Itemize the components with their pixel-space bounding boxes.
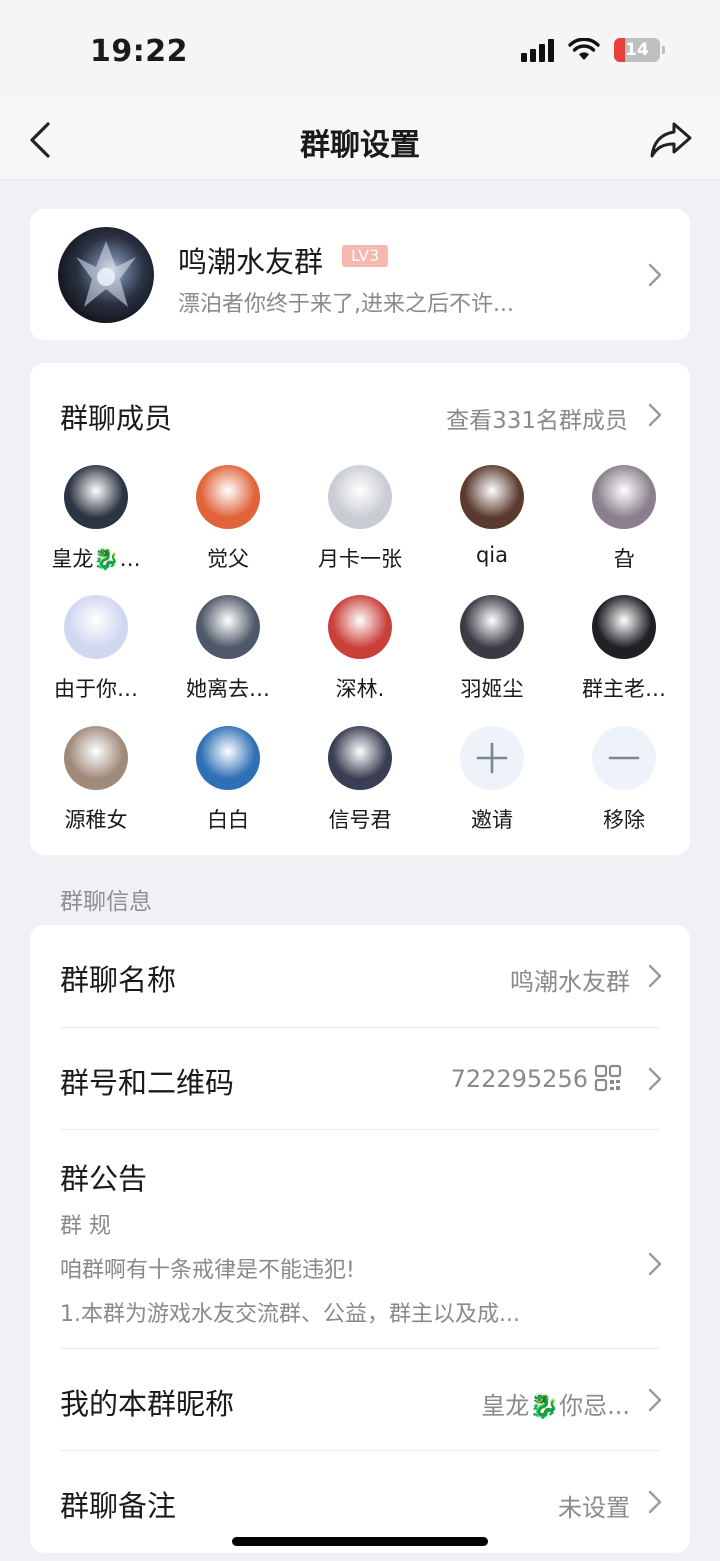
group-notice-row[interactable]: 群公告 群 规 咱群啊有十条戒律是不能违犯! 1.本群为游戏水友交流群、公益，群… (30, 1130, 690, 1348)
group-number-row[interactable]: 群号和二维码 722295256 (30, 1028, 690, 1130)
invite-member-button[interactable]: 邀请 (430, 726, 554, 834)
view-all-members-link[interactable]: 查看331名群成员 (446, 401, 628, 435)
member-name: 她离去… (186, 677, 270, 701)
member-item[interactable]: 群主老… (562, 595, 686, 703)
member-name: 白白 (207, 808, 249, 832)
member-avatar (64, 726, 128, 790)
group-remark-value: 未设置 (558, 1494, 630, 1522)
notice-line-3: 1.本群为游戏水友交流群、公益，群主以及成... (60, 1302, 520, 1327)
info-section-label: 群聊信息 (60, 889, 152, 915)
member-name: 觉父 (207, 547, 249, 571)
group-info-card: 群聊名称 鸣潮水友群 群号和二维码 722295256 群公告 群 规 咱群啊有… (30, 925, 690, 1553)
member-name: 源稚女 (64, 808, 128, 832)
cellular-signal-icon (521, 38, 554, 62)
member-avatar (592, 595, 656, 659)
member-name: 旮 (613, 547, 635, 571)
group-number-value: 722295256 (450, 1065, 588, 1093)
group-remark-label: 群聊备注 (60, 1489, 177, 1523)
nav-bar: 群聊设置 (0, 100, 720, 180)
member-item[interactable]: qia (430, 465, 554, 567)
my-nickname-label: 我的本群昵称 (60, 1387, 235, 1421)
status-time: 19:22 (90, 34, 188, 69)
remove-label: 移除 (603, 808, 645, 832)
battery-level: 14 (625, 40, 649, 60)
member-item[interactable]: 旮 (562, 465, 686, 573)
status-icons: 14 (521, 38, 665, 62)
member-item[interactable]: 源稚女 (34, 726, 158, 834)
members-title: 群聊成员 (60, 402, 173, 435)
member-name: qia (475, 543, 509, 567)
notice-line-1: 群 规 (60, 1214, 111, 1239)
plus-icon (460, 726, 524, 790)
group-name: 鸣潮水友群 (178, 245, 324, 279)
chevron-right-icon (648, 964, 662, 988)
member-avatar (196, 726, 260, 790)
member-item[interactable]: 觉父 (166, 465, 290, 573)
member-name: 由于你… (54, 677, 138, 701)
member-item[interactable]: 深林. (298, 595, 422, 703)
my-nickname-value: 皇龙🐉你忌... (481, 1392, 630, 1420)
member-item[interactable]: 她离去… (166, 595, 290, 703)
group-name-row[interactable]: 群聊名称 鸣潮水友群 (30, 925, 690, 1027)
member-avatar (196, 465, 260, 529)
chevron-right-icon (648, 1067, 662, 1091)
my-nickname-row[interactable]: 我的本群昵称 皇龙🐉你忌... (30, 1349, 690, 1451)
member-name: 皇龙🐉… (51, 547, 141, 571)
member-avatar (196, 595, 260, 659)
group-name-value: 鸣潮水友群 (510, 968, 630, 996)
page-title: 群聊设置 (300, 128, 420, 163)
member-item[interactable]: 白白 (166, 726, 290, 834)
member-item[interactable]: 月卡一张 (298, 465, 422, 573)
invite-label: 邀请 (471, 808, 513, 832)
notice-line-2: 咱群啊有十条戒律是不能违犯! (60, 1258, 355, 1283)
member-avatar (328, 595, 392, 659)
chevron-right-icon[interactable] (648, 403, 662, 427)
member-name: 群主老… (582, 677, 666, 701)
minus-icon (592, 726, 656, 790)
status-bar: 19:22 14 (0, 0, 720, 100)
chevron-right-icon (648, 1252, 662, 1276)
group-notice-label: 群公告 (60, 1162, 148, 1196)
group-description: 漂泊者你终于来了,进来之后不许... (178, 292, 514, 317)
group-level-badge: LV3 (342, 245, 389, 267)
share-icon[interactable] (648, 118, 694, 162)
group-name-label: 群聊名称 (60, 963, 177, 997)
member-avatar (64, 465, 128, 529)
qr-code-icon (594, 1064, 622, 1092)
member-avatar (328, 726, 392, 790)
chevron-right-icon (648, 1388, 662, 1412)
group-profile-card[interactable]: 鸣潮水友群 LV3 漂泊者你终于来了,进来之后不许... (30, 209, 690, 340)
member-avatar (64, 595, 128, 659)
member-name: 月卡一张 (318, 547, 402, 571)
member-item[interactable]: 信号君 (298, 726, 422, 834)
member-avatar (460, 465, 524, 529)
wifi-icon (568, 38, 600, 60)
member-avatar (328, 465, 392, 529)
member-name: 深林. (335, 677, 385, 701)
member-item[interactable]: 皇龙🐉… (34, 465, 158, 573)
member-name: 羽姬尘 (460, 677, 524, 701)
home-indicator (232, 1537, 488, 1546)
battery-icon: 14 (614, 38, 665, 62)
member-avatar (592, 465, 656, 529)
member-name: 信号君 (328, 808, 392, 832)
group-number-label: 群号和二维码 (60, 1066, 235, 1100)
chevron-right-icon (648, 263, 662, 287)
chevron-right-icon (648, 1490, 662, 1514)
member-item[interactable]: 由于你… (34, 595, 158, 703)
member-avatar (460, 595, 524, 659)
remove-member-button[interactable]: 移除 (562, 726, 686, 834)
group-avatar (58, 227, 154, 323)
member-item[interactable]: 羽姬尘 (430, 595, 554, 703)
members-card: 群聊成员 查看331名群成员 皇龙🐉… 觉父 月卡一张 qia 旮由于你… 她离去… 深林.… (30, 363, 690, 855)
